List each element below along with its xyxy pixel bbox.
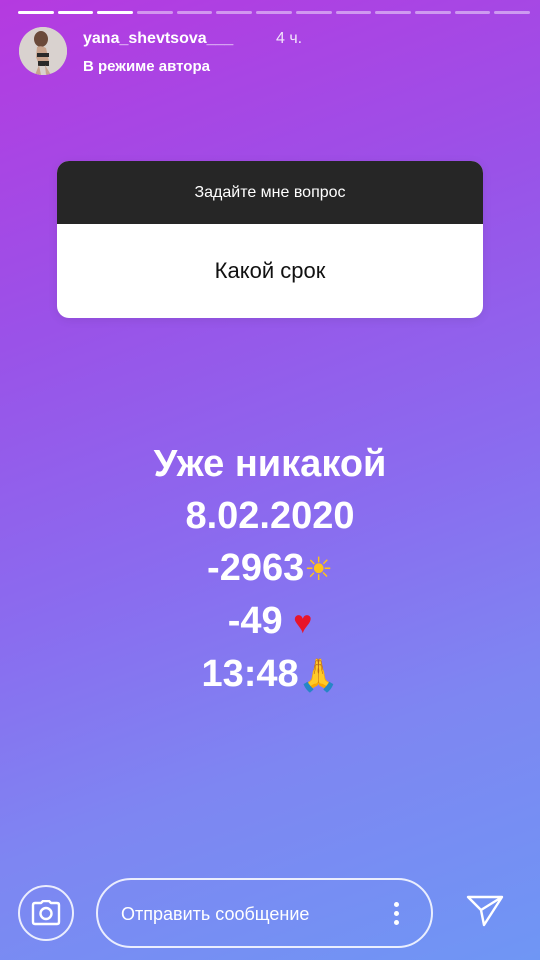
story-text-line: -49 ♥ xyxy=(0,595,540,648)
send-icon xyxy=(466,895,504,927)
story-text-line: 8.02.2020 xyxy=(0,490,540,542)
progress-segment xyxy=(176,11,213,14)
story-text-line: 13:48🙏 xyxy=(0,648,540,701)
send-button[interactable] xyxy=(466,894,504,928)
username[interactable]: yana_shevtsova___ xyxy=(83,30,233,48)
progress-segment xyxy=(494,11,530,14)
question-answer: Какой срок xyxy=(214,258,326,283)
message-placeholder: Отправить сообщение xyxy=(121,904,310,924)
progress-segment xyxy=(375,11,411,14)
question-sticker[interactable]: Задайте мне вопрос Какой срок xyxy=(57,161,483,318)
progress-segment xyxy=(216,11,253,14)
story-line-text: Уже никакой xyxy=(153,443,387,485)
praying-hands-icon: 🙏 xyxy=(298,657,339,693)
progress-segment xyxy=(295,11,332,14)
progress-segment xyxy=(18,11,54,14)
progress-segment xyxy=(335,11,372,14)
story-text-line: -2963☀ xyxy=(0,542,540,595)
progress-segment xyxy=(97,11,134,14)
story-line-text: -2963 xyxy=(207,547,305,589)
message-input[interactable]: Отправить сообщение xyxy=(96,878,433,948)
story-text: Уже никакой 8.02.2020 -2963☀ -49 ♥ 13:48… xyxy=(0,438,540,701)
progress-segment xyxy=(414,11,451,14)
story-line-text: 13:48 xyxy=(201,653,299,695)
reply-bar: Отправить сообщение xyxy=(0,876,540,948)
story-line-text: -49 xyxy=(227,600,294,642)
post-time: 4 ч. xyxy=(276,30,303,47)
story-progress-bar xyxy=(18,11,530,14)
camera-button[interactable] xyxy=(18,885,74,941)
sun-icon: ☀ xyxy=(304,551,333,587)
more-vertical-icon[interactable] xyxy=(394,902,400,926)
question-prompt: Задайте мне вопрос xyxy=(57,161,483,224)
creator-mode-label: В режиме автора xyxy=(83,58,210,75)
avatar[interactable] xyxy=(19,27,67,75)
story-line-text: 8.02.2020 xyxy=(185,495,355,537)
story-header: yana_shevtsova___ 4 ч. В режиме автора xyxy=(19,27,520,77)
progress-segment xyxy=(256,11,292,14)
progress-segment xyxy=(454,11,491,14)
progress-segment xyxy=(57,11,94,14)
progress-segment xyxy=(137,11,173,14)
camera-icon xyxy=(31,900,61,926)
heart-icon: ♥ xyxy=(293,604,313,640)
story-text-line: Уже никакой xyxy=(0,438,540,490)
